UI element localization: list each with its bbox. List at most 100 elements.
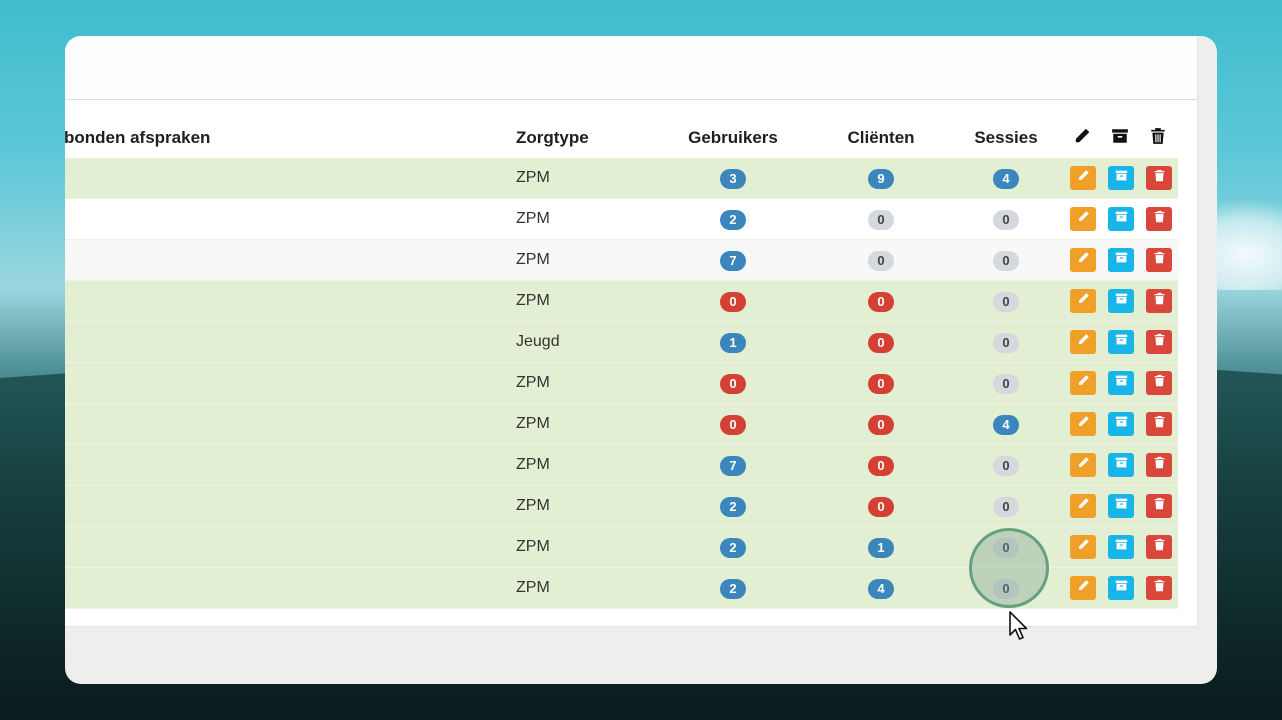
gebruikers-badge: 0	[720, 415, 746, 435]
archive-button[interactable]	[1108, 453, 1134, 477]
sessies-badge: 0	[993, 210, 1019, 230]
delete-button[interactable]	[1146, 166, 1172, 190]
delete-button[interactable]	[1146, 248, 1172, 272]
edit-button[interactable]	[1070, 207, 1096, 231]
pencil-icon	[1077, 497, 1090, 515]
archive-button[interactable]	[1108, 412, 1134, 436]
zorgtype-cell: ZPM	[516, 169, 550, 186]
clienten-badge: 0	[868, 251, 894, 271]
edit-button[interactable]	[1070, 453, 1096, 477]
sessies-badge: 0	[993, 456, 1019, 476]
zorgtype-cell: ZPM	[516, 251, 550, 268]
clienten-badge: 9	[868, 169, 894, 189]
gebruikers-badge: 2	[720, 538, 746, 558]
table-row[interactable]: ZPM 3 9 4	[65, 158, 1178, 199]
delete-button[interactable]	[1146, 535, 1172, 559]
archive-button[interactable]	[1108, 371, 1134, 395]
delete-button[interactable]	[1146, 371, 1172, 395]
clienten-badge: 0	[868, 333, 894, 353]
table-row[interactable]: ZPM 2 0 0	[65, 486, 1178, 527]
delete-button[interactable]	[1146, 453, 1172, 477]
table-row[interactable]: Jeugd 1 0 0	[65, 322, 1178, 363]
clienten-badge: 0	[868, 456, 894, 476]
archive-button[interactable]	[1108, 535, 1134, 559]
table-row[interactable]: ZPM 0 0 0	[65, 363, 1178, 404]
edit-button[interactable]	[1070, 535, 1096, 559]
archive-icon	[1115, 579, 1128, 597]
archive-icon	[1115, 210, 1128, 228]
zorgtype-cell: ZPM	[516, 497, 550, 514]
col-header-zorgtype[interactable]: Zorgtype	[516, 128, 589, 148]
pencil-icon	[1077, 374, 1090, 392]
zorgtype-cell: ZPM	[516, 374, 550, 391]
delete-button[interactable]	[1146, 289, 1172, 313]
delete-button[interactable]	[1146, 412, 1172, 436]
pencil-icon	[1077, 415, 1090, 433]
archive-button[interactable]	[1108, 248, 1134, 272]
click-indicator	[969, 528, 1049, 608]
archive-button[interactable]	[1108, 207, 1134, 231]
sessies-badge: 4	[993, 169, 1019, 189]
gebruikers-badge: 7	[720, 251, 746, 271]
gebruikers-badge: 7	[720, 456, 746, 476]
gebruikers-badge: 2	[720, 579, 746, 599]
archive-button[interactable]	[1108, 576, 1134, 600]
zorgtype-cell: ZPM	[516, 538, 550, 555]
edit-button[interactable]	[1070, 330, 1096, 354]
trash-icon	[1153, 210, 1166, 228]
pencil-icon	[1077, 579, 1090, 597]
panel-toolbar	[65, 36, 1197, 100]
pencil-icon	[1077, 251, 1090, 269]
trash-icon	[1153, 251, 1166, 269]
archive-icon	[1115, 415, 1128, 433]
edit-button[interactable]	[1070, 166, 1096, 190]
pencil-icon	[1077, 456, 1090, 474]
trash-icon	[1153, 374, 1166, 392]
edit-button[interactable]	[1070, 412, 1096, 436]
trash-icon	[1153, 497, 1166, 515]
archive-icon	[1111, 127, 1131, 147]
trash-icon	[1153, 579, 1166, 597]
archive-button[interactable]	[1108, 166, 1134, 190]
delete-button[interactable]	[1146, 576, 1172, 600]
table-row[interactable]: ZPM 7 0 0	[65, 240, 1178, 281]
gebruikers-badge: 3	[720, 169, 746, 189]
delete-button[interactable]	[1146, 207, 1172, 231]
edit-button[interactable]	[1070, 371, 1096, 395]
sessies-badge: 0	[993, 374, 1019, 394]
clienten-badge: 1	[868, 538, 894, 558]
sessies-badge: 4	[993, 415, 1019, 435]
pencil-icon	[1077, 169, 1090, 187]
table-row[interactable]: ZPM 0 0 0	[65, 281, 1178, 322]
pencil-icon	[1077, 538, 1090, 556]
zorgtype-cell: ZPM	[516, 579, 550, 596]
archive-icon	[1115, 497, 1128, 515]
delete-button[interactable]	[1146, 494, 1172, 518]
table-row[interactable]: ZPM 7 0 0	[65, 445, 1178, 486]
archive-icon	[1115, 169, 1128, 187]
zorgtype-cell: ZPM	[516, 415, 550, 432]
archive-button[interactable]	[1108, 494, 1134, 518]
archive-icon	[1115, 538, 1128, 556]
archive-icon	[1115, 292, 1128, 310]
edit-button[interactable]	[1070, 248, 1096, 272]
table-row[interactable]: ZPM 2 0 0	[65, 199, 1178, 240]
trash-icon	[1153, 538, 1166, 556]
edit-button[interactable]	[1070, 494, 1096, 518]
pencil-icon	[1073, 127, 1093, 147]
zorgtype-cell: Jeugd	[516, 333, 560, 350]
edit-button[interactable]	[1070, 576, 1096, 600]
trash-icon	[1153, 169, 1166, 187]
table-row[interactable]: ZPM 0 0 4	[65, 404, 1178, 445]
clienten-badge: 0	[868, 210, 894, 230]
archive-button[interactable]	[1108, 289, 1134, 313]
trash-icon	[1149, 127, 1169, 147]
archive-button[interactable]	[1108, 330, 1134, 354]
delete-button[interactable]	[1146, 330, 1172, 354]
col-header-afspraken[interactable]: bonden afspraken	[65, 128, 210, 148]
archive-icon	[1115, 251, 1128, 269]
col-header-clienten[interactable]: Cliënten	[847, 128, 914, 148]
col-header-gebruikers[interactable]: Gebruikers	[688, 128, 778, 148]
col-header-sessies[interactable]: Sessies	[974, 128, 1037, 148]
edit-button[interactable]	[1070, 289, 1096, 313]
